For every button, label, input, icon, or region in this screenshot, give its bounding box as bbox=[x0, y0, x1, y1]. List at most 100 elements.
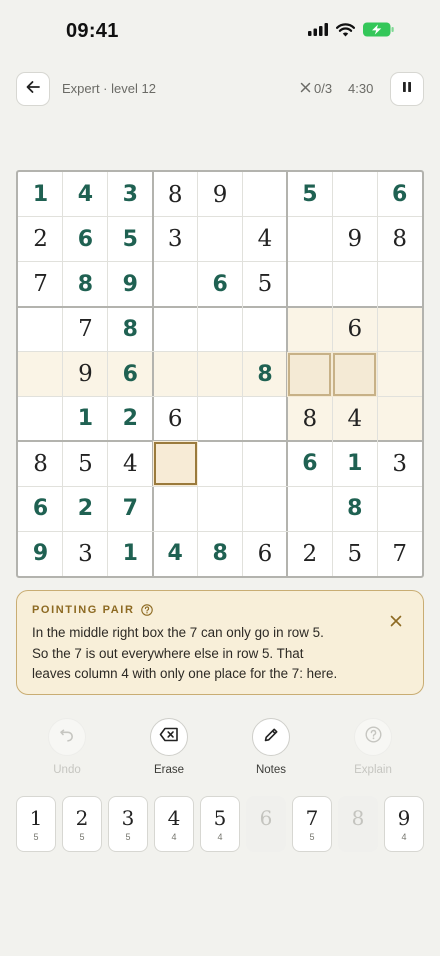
sudoku-cell[interactable] bbox=[18, 307, 63, 352]
notes-button[interactable]: Notes bbox=[241, 718, 301, 776]
help-circle-icon[interactable] bbox=[140, 604, 153, 616]
sudoku-cell[interactable]: 1 bbox=[108, 531, 153, 576]
sudoku-cell[interactable] bbox=[287, 486, 332, 531]
sudoku-cell[interactable]: 4 bbox=[242, 217, 287, 262]
sudoku-cell[interactable]: 7 bbox=[108, 486, 153, 531]
sudoku-cell[interactable]: 5 bbox=[242, 262, 287, 307]
sudoku-cell[interactable]: 4 bbox=[108, 441, 153, 486]
sudoku-cell[interactable]: 2 bbox=[18, 217, 63, 262]
keypad-7-button[interactable]: 75 bbox=[292, 796, 332, 852]
undo-circle[interactable] bbox=[48, 718, 86, 756]
sudoku-cell[interactable]: 6 bbox=[198, 262, 243, 307]
sudoku-cell[interactable]: 9 bbox=[332, 217, 377, 262]
sudoku-cell[interactable] bbox=[153, 486, 198, 531]
sudoku-cell[interactable]: 9 bbox=[18, 531, 63, 576]
sudoku-cell[interactable] bbox=[242, 441, 287, 486]
sudoku-cell[interactable]: 3 bbox=[63, 531, 108, 576]
sudoku-cell[interactable] bbox=[287, 217, 332, 262]
sudoku-cell[interactable]: 4 bbox=[153, 531, 198, 576]
explain-circle[interactable] bbox=[354, 718, 392, 756]
sudoku-cell[interactable]: 6 bbox=[242, 531, 287, 576]
erase-button[interactable]: Erase bbox=[139, 718, 199, 776]
sudoku-cell[interactable]: 6 bbox=[332, 306, 378, 352]
sudoku-cell[interactable]: 5 bbox=[287, 172, 332, 217]
erase-circle[interactable] bbox=[150, 718, 188, 756]
sudoku-cell[interactable] bbox=[242, 396, 287, 441]
sudoku-cell[interactable]: 8 bbox=[332, 486, 377, 531]
sudoku-cell[interactable]: 9 bbox=[108, 262, 153, 307]
sudoku-cell[interactable]: 6 bbox=[377, 172, 422, 217]
undo-button[interactable]: Undo bbox=[37, 718, 97, 776]
sudoku-cell[interactable]: 1 bbox=[18, 172, 63, 217]
keypad-1-button[interactable]: 15 bbox=[16, 796, 56, 852]
sudoku-cell[interactable] bbox=[197, 351, 243, 397]
sudoku-cell[interactable]: 4 bbox=[332, 396, 378, 442]
sudoku-cell[interactable]: 6 bbox=[18, 486, 63, 531]
sudoku-cell[interactable]: 9 bbox=[62, 351, 108, 397]
sudoku-cell[interactable] bbox=[242, 486, 287, 531]
sudoku-cell[interactable] bbox=[377, 306, 423, 352]
sudoku-cell[interactable]: 8 bbox=[242, 351, 288, 397]
sudoku-cell[interactable] bbox=[332, 172, 377, 217]
sudoku-cell[interactable] bbox=[18, 351, 64, 397]
sudoku-cell-hint[interactable] bbox=[332, 351, 378, 397]
sudoku-cell[interactable] bbox=[153, 262, 198, 307]
sudoku-cell[interactable]: 4 bbox=[63, 172, 108, 217]
sudoku-cell[interactable] bbox=[242, 172, 287, 217]
sudoku-cell[interactable]: 8 bbox=[198, 531, 243, 576]
sudoku-cell[interactable]: 5 bbox=[108, 217, 153, 262]
sudoku-cell[interactable] bbox=[332, 262, 377, 307]
sudoku-cell[interactable]: 6 bbox=[63, 217, 108, 262]
sudoku-cell[interactable] bbox=[377, 262, 422, 307]
sudoku-cell[interactable]: 8 bbox=[287, 396, 333, 442]
sudoku-cell[interactable]: 6 bbox=[107, 351, 153, 397]
sudoku-cell[interactable] bbox=[198, 396, 243, 441]
sudoku-cell[interactable]: 7 bbox=[63, 307, 108, 352]
sudoku-cell[interactable] bbox=[377, 486, 422, 531]
sudoku-cell[interactable]: 3 bbox=[153, 217, 198, 262]
sudoku-cell[interactable]: 9 bbox=[198, 172, 243, 217]
sudoku-cell[interactable]: 5 bbox=[332, 531, 377, 576]
notes-circle[interactable] bbox=[252, 718, 290, 756]
sudoku-cell[interactable]: 2 bbox=[287, 531, 332, 576]
sudoku-cell[interactable]: 7 bbox=[18, 262, 63, 307]
sudoku-cell[interactable] bbox=[18, 396, 63, 441]
pause-button[interactable] bbox=[390, 72, 424, 106]
sudoku-cell[interactable]: 6 bbox=[153, 396, 198, 441]
keypad-3-button[interactable]: 35 bbox=[108, 796, 148, 852]
sudoku-cell[interactable]: 1 bbox=[332, 441, 377, 486]
sudoku-cell-hint[interactable] bbox=[287, 351, 333, 397]
back-button[interactable] bbox=[16, 72, 50, 106]
sudoku-cell[interactable] bbox=[153, 307, 198, 352]
sudoku-cell[interactable] bbox=[198, 441, 243, 486]
sudoku-cell[interactable] bbox=[242, 307, 287, 352]
sudoku-cell[interactable] bbox=[152, 351, 198, 397]
keypad-9-button[interactable]: 94 bbox=[384, 796, 424, 852]
explain-button[interactable]: Explain bbox=[343, 718, 403, 776]
sudoku-cell[interactable]: 8 bbox=[108, 307, 153, 352]
keypad-5-button[interactable]: 54 bbox=[200, 796, 240, 852]
sudoku-cell[interactable]: 6 bbox=[287, 441, 332, 486]
keypad-4-button[interactable]: 44 bbox=[154, 796, 194, 852]
sudoku-cell[interactable]: 7 bbox=[377, 531, 422, 576]
sudoku-cell[interactable] bbox=[377, 351, 423, 397]
sudoku-cell[interactable]: 2 bbox=[63, 486, 108, 531]
hint-close-button[interactable] bbox=[387, 614, 405, 632]
sudoku-cell[interactable]: 3 bbox=[377, 441, 422, 486]
sudoku-cell[interactable] bbox=[287, 262, 332, 307]
sudoku-cell[interactable]: 8 bbox=[18, 441, 63, 486]
sudoku-cell[interactable]: 3 bbox=[108, 172, 153, 217]
keypad-2-button[interactable]: 25 bbox=[62, 796, 102, 852]
sudoku-cell[interactable] bbox=[198, 217, 243, 262]
sudoku-cell[interactable]: 5 bbox=[63, 441, 108, 486]
sudoku-cell[interactable]: 8 bbox=[63, 262, 108, 307]
sudoku-cell[interactable] bbox=[198, 307, 243, 352]
sudoku-cell[interactable]: 2 bbox=[108, 396, 153, 441]
sudoku-cell[interactable]: 8 bbox=[153, 172, 198, 217]
sudoku-cell-selected[interactable] bbox=[152, 441, 198, 487]
sudoku-cell[interactable] bbox=[377, 396, 423, 442]
sudoku-cell[interactable]: 1 bbox=[63, 396, 108, 441]
sudoku-cell[interactable] bbox=[287, 306, 333, 352]
sudoku-cell[interactable]: 8 bbox=[377, 217, 422, 262]
sudoku-cell[interactable] bbox=[198, 486, 243, 531]
